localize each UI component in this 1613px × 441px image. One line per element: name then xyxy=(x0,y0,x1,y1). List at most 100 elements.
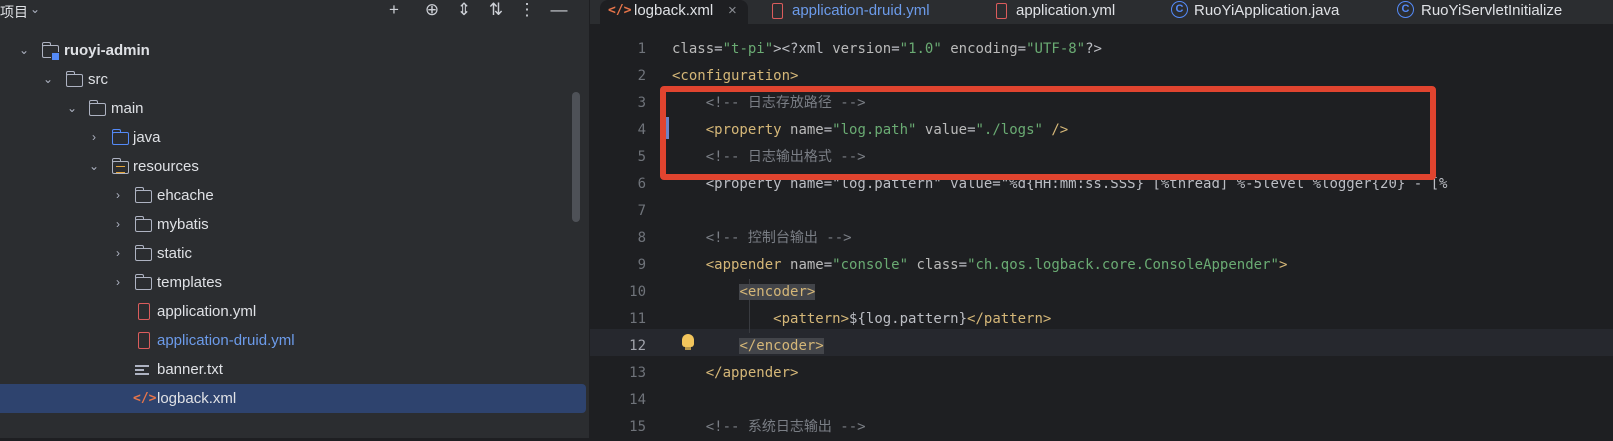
tree-item-resources[interactable]: ⌄ resources xyxy=(0,152,589,181)
tree-item-templates[interactable]: › templates xyxy=(0,268,589,297)
folder-icon xyxy=(65,71,83,87)
yml-icon xyxy=(772,3,783,19)
chevron-right-icon[interactable]: › xyxy=(111,210,125,239)
project-panel-title[interactable]: 项目 xyxy=(0,2,28,22)
folder-icon xyxy=(134,187,152,203)
tab-ruoyi-servlet-initializer[interactable]: C RuoYiServletInitialize xyxy=(1396,0,1613,24)
line-number: 2 xyxy=(637,68,646,84)
yml-file-icon xyxy=(138,332,150,349)
editor-tab-bar: </> logback.xml × application-druid.yml … xyxy=(590,0,1613,25)
chevron-right-icon[interactable]: › xyxy=(111,239,125,268)
editor-area: </> logback.xml × application-druid.yml … xyxy=(590,0,1613,438)
tree-item-label: logback.xml xyxy=(157,390,237,407)
line-number: 13 xyxy=(629,365,646,381)
text-file-icon xyxy=(135,365,149,375)
tab-application-yml[interactable]: application.yml xyxy=(992,0,1142,24)
tree-item-label: application-druid.yml xyxy=(157,332,295,349)
tree-item-ruoyi-admin[interactable]: ⌄ ruoyi-admin xyxy=(0,36,589,65)
tab-label: application-druid.yml xyxy=(792,2,930,19)
project-scrollbar[interactable] xyxy=(572,92,580,222)
collapse-all-icon[interactable]: ⇅ xyxy=(486,0,506,22)
tree-item-application-yml[interactable]: application.yml xyxy=(0,297,589,326)
chevron-right-icon[interactable]: › xyxy=(111,268,125,297)
tree-item-logback-xml[interactable]: </> logback.xml xyxy=(0,384,586,413)
chevron-down-icon[interactable]: ⌄ xyxy=(17,36,31,65)
tree-item-mybatis[interactable]: › mybatis xyxy=(0,210,589,239)
code-line: <appender name="console" class="ch.qos.l… xyxy=(705,257,1288,273)
line-number: 6 xyxy=(637,176,646,192)
tab-label: application.yml xyxy=(1016,2,1116,19)
line-number: 7 xyxy=(637,203,646,219)
folder-icon xyxy=(134,274,152,290)
tree-item-label: ehcache xyxy=(157,187,214,204)
code-line: class="t-pi"><?xml version="1.0" encodin… xyxy=(672,41,1102,57)
close-icon[interactable]: × xyxy=(728,0,737,22)
tab-label: RuoYiApplication.java xyxy=(1194,2,1340,19)
tab-ruoyi-application-java[interactable]: C RuoYiApplication.java xyxy=(1170,0,1370,24)
module-folder-icon xyxy=(41,42,60,61)
line-number: 14 xyxy=(629,392,646,408)
resources-folder-icon xyxy=(111,158,129,174)
tree-item-label: templates xyxy=(157,274,223,291)
line-number: 1 xyxy=(637,41,646,57)
chevron-right-icon[interactable]: › xyxy=(87,123,101,152)
tree-item-main[interactable]: ⌄ main xyxy=(0,94,589,123)
class-icon: C xyxy=(1397,1,1414,18)
project-panel-header: 项目 ⌄ + ⊕ ⇕ ⇅ ⋮ — xyxy=(0,0,589,24)
xml-file-icon: </> xyxy=(133,391,157,406)
tab-logback-xml[interactable]: </> logback.xml × xyxy=(600,0,748,24)
tab-application-druid-yml[interactable]: application-druid.yml xyxy=(768,0,958,24)
tree-item-application-druid-yml[interactable]: application-druid.yml xyxy=(0,326,589,355)
code-line: <!-- 系统日志输出 --> xyxy=(672,419,866,435)
chevron-down-icon[interactable]: ⌄ xyxy=(30,2,40,16)
line-number-current: 12 xyxy=(629,338,646,354)
folder-icon xyxy=(134,216,152,232)
locate-icon[interactable]: ⊕ xyxy=(422,0,442,22)
class-icon: C xyxy=(1171,1,1188,18)
tree-item-label: static xyxy=(157,245,193,262)
line-number: 4 xyxy=(637,122,646,138)
chevron-right-icon[interactable]: › xyxy=(111,181,125,210)
project-panel: 项目 ⌄ + ⊕ ⇕ ⇅ ⋮ — ⌄ ruoyi-admin ⌄ src ⌄ m… xyxy=(0,0,589,438)
chevron-down-icon[interactable]: ⌄ xyxy=(87,152,101,181)
code-line: <pattern>${log.pattern}</pattern> xyxy=(773,311,1052,327)
tree-item-banner-txt[interactable]: banner.txt xyxy=(0,355,589,384)
highlight-annotation-box xyxy=(660,86,1436,180)
tree-item-java[interactable]: › java xyxy=(0,123,589,152)
chevron-down-icon[interactable]: ⌄ xyxy=(41,65,55,94)
tree-item-label: resources xyxy=(133,158,199,175)
line-number: 15 xyxy=(629,419,646,435)
line-number: 5 xyxy=(637,149,646,165)
tree-item-label: java xyxy=(133,129,161,146)
tree-item-label: mybatis xyxy=(157,216,209,233)
yml-file-icon xyxy=(138,303,150,320)
xml-icon: </> xyxy=(608,3,632,18)
tree-item-src[interactable]: ⌄ src xyxy=(0,65,589,94)
line-number: 8 xyxy=(637,230,646,246)
line-number: 11 xyxy=(629,311,646,327)
tab-label: logback.xml xyxy=(634,2,714,19)
code-line: <encoder> xyxy=(739,284,816,300)
tree-item-label: banner.txt xyxy=(157,361,223,378)
source-folder-icon xyxy=(111,129,129,145)
more-options-icon[interactable]: ⋮ xyxy=(517,0,537,22)
tab-label: RuoYiServletInitialize xyxy=(1421,2,1563,19)
tree-item-static[interactable]: › static xyxy=(0,239,589,268)
code-line: <!-- 控制台输出 --> xyxy=(672,230,852,246)
expand-all-icon[interactable]: ⇕ xyxy=(454,0,474,22)
new-file-icon[interactable]: + xyxy=(384,0,404,22)
minimize-icon[interactable]: — xyxy=(549,0,569,22)
tree-item-label: main xyxy=(111,100,144,117)
tree-item-ehcache[interactable]: › ehcache xyxy=(0,181,589,210)
line-number: 10 xyxy=(629,284,646,300)
tree-item-label: src xyxy=(88,71,108,88)
line-number: 9 xyxy=(637,257,646,273)
yml-icon xyxy=(996,3,1007,19)
code-line: </appender> xyxy=(705,365,799,381)
tree-item-label: ruoyi-admin xyxy=(64,42,150,59)
tree-item-label: application.yml xyxy=(157,303,257,320)
chevron-down-icon[interactable]: ⌄ xyxy=(65,94,79,123)
folder-icon xyxy=(88,100,106,116)
folder-icon xyxy=(134,245,152,261)
line-number: 3 xyxy=(637,95,646,111)
